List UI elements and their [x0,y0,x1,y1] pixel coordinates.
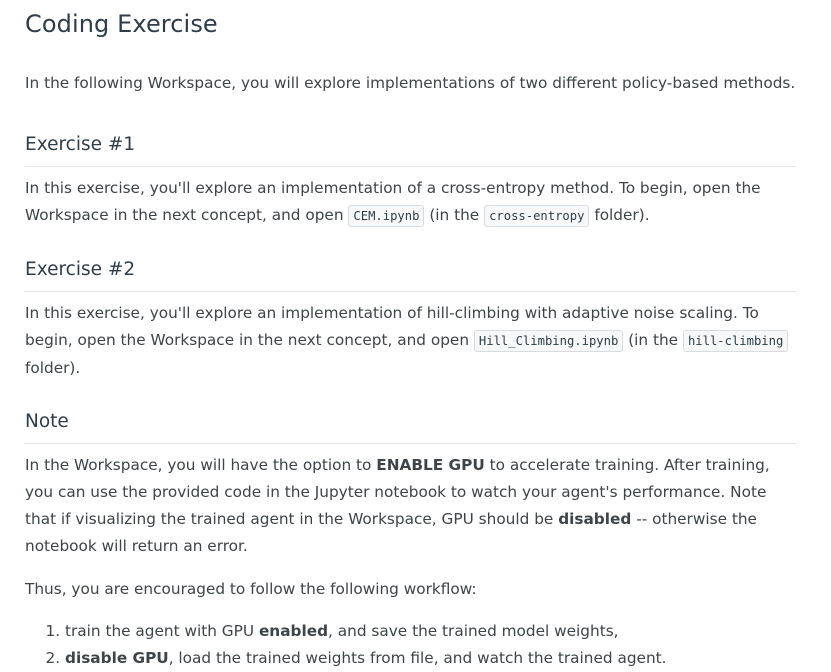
step-1-text-b: , and save the trained model weights, [328,622,619,640]
enable-gpu-bold: ENABLE GPU [376,456,485,474]
note-text-a: In the Workspace, you will have the opti… [25,456,377,474]
step-1-text-a: train the agent with GPU [65,622,259,640]
workflow-step-2: disable GPU, load the trained weights fr… [65,645,796,672]
hill-climbing-folder-code: hill-climbing [682,330,789,352]
workflow-list: train the agent with GPU enabled, and sa… [25,618,796,672]
exercise-1-text-middle: (in the [424,206,485,224]
exercise-1-text-after: folder). [589,206,650,224]
cem-notebook-code: CEM.ipynb [348,205,425,227]
note-heading: Note [25,409,796,444]
note-paragraph: In the Workspace, you will have the opti… [25,452,796,560]
step-2-text-b: , load the trained weights from file, an… [168,649,667,667]
workflow-intro: Thus, you are encouraged to follow the f… [25,580,477,598]
workflow-step-1: train the agent with GPU enabled, and sa… [65,618,796,645]
exercise-2-text-middle: (in the [623,331,683,349]
cross-entropy-folder-code: cross-entropy [484,205,590,227]
disabled-bold: disabled [558,510,632,528]
exercise-2-heading: Exercise #2 [25,257,796,292]
intro-paragraph: In the following Workspace, you will exp… [25,74,796,92]
exercise-2-text-after: folder). [25,359,81,377]
exercise-2-paragraph: In this exercise, you'll explore an impl… [25,300,796,382]
exercise-1-heading: Exercise #1 [25,132,796,167]
enabled-bold: enabled [258,622,329,640]
exercise-1-paragraph: In this exercise, you'll explore an impl… [25,175,796,230]
lesson-page: Coding Exercise In the following Workspa… [0,0,831,667]
page-title: Coding Exercise [25,10,218,38]
disable-gpu-bold: disable GPU [65,649,169,667]
hill-climbing-notebook-code: Hill_Climbing.ipynb [473,330,624,352]
